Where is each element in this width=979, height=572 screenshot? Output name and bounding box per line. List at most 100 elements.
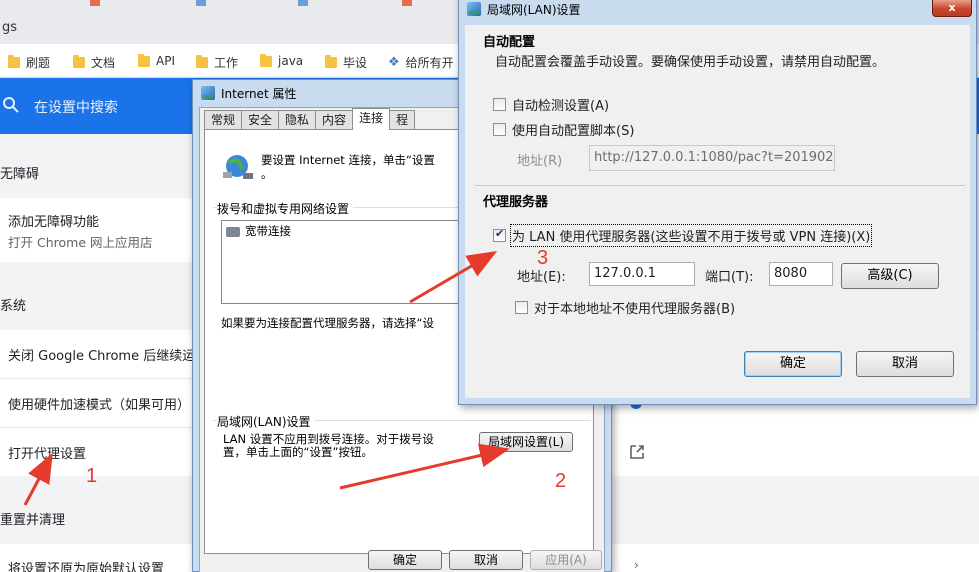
- window-title: 局域网(LAN)设置: [487, 2, 581, 17]
- bookmark-item[interactable]: 文档: [73, 54, 115, 71]
- proxy-server-heading: 代理服务器: [483, 195, 549, 210]
- list-item[interactable]: 宽带连接: [226, 225, 291, 238]
- tab-bar: 常规 安全 隐私 内容 连接 程: [204, 108, 416, 130]
- divider: [0, 427, 192, 428]
- checkbox-box[interactable]: [515, 301, 528, 314]
- tab-content[interactable]: 内容: [315, 110, 354, 130]
- external-link-icon[interactable]: [628, 443, 646, 461]
- checkbox-label: 自动检测设置(A): [512, 99, 610, 114]
- script-address-field[interactable]: http://127.0.0.1:1080/pac?t=20190221: [589, 145, 835, 171]
- checkbox-box[interactable]: [493, 98, 506, 111]
- use-proxy-checkbox[interactable]: 为 LAN 使用代理服务器(这些设置不用于拨号或 VPN 连接)(X): [493, 224, 873, 247]
- window-title: Internet 属性: [221, 86, 297, 101]
- search-input[interactable]: 在设置中搜索: [34, 97, 118, 117]
- search-icon[interactable]: [2, 96, 20, 114]
- settings-card-right: ›: [600, 544, 979, 572]
- internet-options-icon: [467, 2, 481, 16]
- continue-running-toggle-row[interactable]: 关闭 Google Chrome 后继续运行: [8, 345, 208, 364]
- checkbox-box[interactable]: [493, 123, 506, 136]
- globe-connection-icon: [223, 155, 253, 179]
- folder-icon: [8, 55, 20, 68]
- bookmark-item[interactable]: java: [260, 53, 304, 68]
- cancel-button[interactable]: 取消: [449, 550, 523, 570]
- bookmark-item[interactable]: API: [138, 53, 175, 68]
- bookmark-label: 给所有开: [405, 56, 454, 70]
- bookmark-label: API: [156, 54, 175, 68]
- lan-settings-heading: 局域网(LAN)设置: [217, 413, 315, 430]
- connection-name: 宽带连接: [245, 224, 291, 238]
- bookmark-label: 文档: [91, 56, 116, 70]
- apply-button[interactable]: 应用(A): [530, 550, 602, 570]
- tab-favicon-mark: [90, 0, 100, 6]
- folder-icon: [196, 55, 208, 68]
- bookmark-item[interactable]: ❖ 给所有开: [388, 54, 454, 71]
- bookmark-icon: ❖: [388, 55, 400, 70]
- folder-icon: [73, 55, 85, 68]
- tab-programs[interactable]: 程: [389, 110, 416, 130]
- settings-card: 关闭 Google Chrome 后继续运行 使用硬件加速模式（如果可用） 打开…: [0, 330, 208, 476]
- tab-general[interactable]: 常规: [204, 110, 243, 130]
- auto-config-description: 自动配置会覆盖手动设置。要确保使用手动设置，请禁用自动配置。: [495, 55, 886, 70]
- chevron-right-icon[interactable]: ›: [634, 558, 639, 572]
- lan-settings-window: 局域网(LAN)设置 x 自动配置 自动配置会覆盖手动设置。要确保使用手动设置，…: [458, 0, 977, 405]
- window-titlebar[interactable]: 局域网(LAN)设置: [459, 0, 976, 19]
- auto-detect-checkbox[interactable]: 自动检测设置(A): [493, 95, 609, 114]
- lan-dialog-body: 自动配置 自动配置会覆盖手动设置。要确保使用手动设置，请禁用自动配置。 自动检测…: [465, 25, 970, 398]
- checkbox-label: 使用自动配置脚本(S): [512, 124, 635, 139]
- tab-favicon-mark: [402, 0, 412, 6]
- open-proxy-settings-row[interactable]: 打开代理设置: [8, 443, 86, 462]
- proxy-address-field[interactable]: 127.0.0.1: [589, 262, 695, 286]
- tab-connections[interactable]: 连接: [352, 108, 391, 130]
- folder-icon: [260, 53, 272, 67]
- broadband-connection-icon: [226, 226, 240, 237]
- section-heading-accessibility: 无障碍: [0, 167, 40, 182]
- proxy-hint-text: 如果要为连接配置代理服务器，请选择“设: [221, 316, 434, 330]
- close-button[interactable]: x: [932, 0, 972, 17]
- folder-icon: [325, 55, 337, 68]
- bypass-local-checkbox[interactable]: 对于本地地址不使用代理服务器(B): [515, 298, 735, 317]
- group-divider: [475, 185, 965, 186]
- auto-config-heading: 自动配置: [483, 35, 536, 50]
- script-address-label: 地址(R): [517, 154, 563, 169]
- bookmark-item[interactable]: 刷题: [8, 54, 50, 71]
- bookmark-label: java: [278, 54, 304, 68]
- annotation-step-3: 3: [537, 247, 549, 269]
- dialup-vpn-heading: 拨号和虚拟专用网络设置: [217, 200, 354, 217]
- hardware-accel-toggle-row[interactable]: 使用硬件加速模式（如果可用）: [8, 394, 190, 413]
- lan-settings-button[interactable]: 局域网设置(L): [479, 432, 573, 452]
- checkbox-label: 对于本地地址不使用代理服务器(B): [534, 302, 736, 317]
- annotation-step-2: 2: [555, 470, 567, 492]
- tab-privacy[interactable]: 隐私: [278, 110, 317, 130]
- ok-button[interactable]: 确定: [744, 351, 842, 377]
- bookmark-label: 刷题: [26, 56, 51, 70]
- port-label: 端口(T):: [705, 270, 754, 285]
- setup-text-cont: 。: [261, 167, 273, 181]
- cancel-button[interactable]: 取消: [856, 351, 954, 377]
- folder-icon: [138, 53, 150, 67]
- settings-card: 将设置还原为原始默认设置: [0, 544, 192, 572]
- ok-button[interactable]: 确定: [368, 550, 442, 570]
- section-heading-system: 系统: [0, 299, 27, 314]
- setup-text: 要设置 Internet 连接，单击“设置: [261, 153, 435, 167]
- tab-security[interactable]: 安全: [241, 110, 280, 130]
- tab-title-fragment[interactable]: gs: [2, 20, 17, 35]
- section-heading-reset: 重置并清理: [0, 513, 66, 528]
- webstore-subtitle: 打开 Chrome 网上应用店: [8, 235, 153, 250]
- checkbox-label: 为 LAN 使用代理服务器(这些设置不用于拨号或 VPN 连接)(X): [509, 224, 873, 247]
- tab-favicon-mark: [298, 0, 308, 6]
- internet-options-icon: [201, 86, 215, 100]
- divider: [0, 378, 192, 379]
- advanced-button[interactable]: 高级(C): [841, 263, 939, 289]
- lan-description-cont: 置，单击上面的“设置”按钮。: [223, 445, 373, 459]
- checkbox-box[interactable]: [493, 227, 506, 242]
- tab-favicon-mark: [196, 0, 206, 6]
- auto-script-checkbox[interactable]: 使用自动配置脚本(S): [493, 120, 634, 139]
- bookmark-label: 工作: [214, 56, 239, 70]
- restore-defaults-row[interactable]: 将设置还原为原始默认设置: [8, 558, 164, 572]
- bookmark-item[interactable]: 毕设: [325, 54, 367, 71]
- add-accessibility-link[interactable]: 添加无障碍功能: [8, 211, 99, 230]
- bookmark-item[interactable]: 工作: [196, 54, 238, 71]
- settings-card: 添加无障碍功能 打开 Chrome 网上应用店: [0, 198, 192, 262]
- port-field[interactable]: 8080: [769, 262, 833, 286]
- annotation-step-1: 1: [86, 465, 98, 487]
